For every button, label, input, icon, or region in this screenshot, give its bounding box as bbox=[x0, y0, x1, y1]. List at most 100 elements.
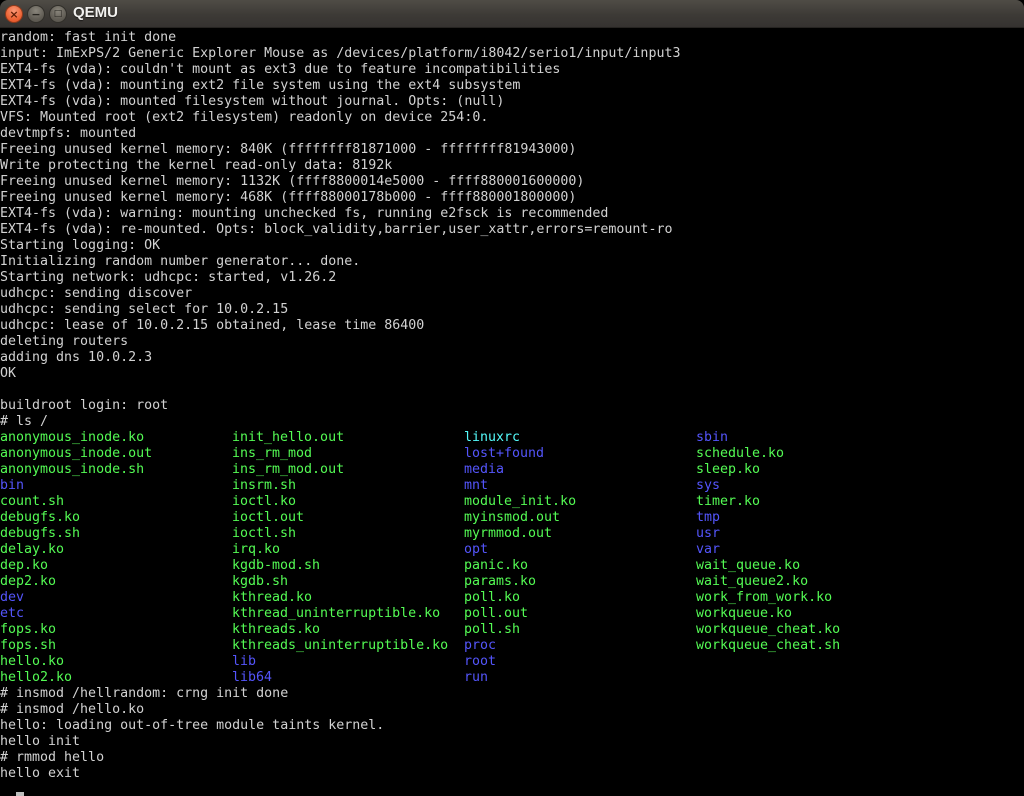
ls-row: fops.kokthreads.kopoll.shworkqueue_cheat… bbox=[0, 622, 1024, 638]
terminal-line: Freeing unused kernel memory: 468K (ffff… bbox=[0, 190, 1024, 206]
terminal-line: devtmpfs: mounted bbox=[0, 126, 1024, 142]
terminal-line: adding dns 10.0.2.3 bbox=[0, 350, 1024, 366]
file-entry: schedule.ko bbox=[696, 446, 784, 462]
file-entry: ins_rm_mod bbox=[232, 446, 464, 462]
ls-row: bininsrm.shmntsys bbox=[0, 478, 1024, 494]
file-entry: anonymous_inode.ko bbox=[0, 430, 232, 446]
ls-row: anonymous_inode.shins_rm_mod.outmediasle… bbox=[0, 462, 1024, 478]
file-entry: timer.ko bbox=[696, 494, 760, 510]
terminal-line: EXT4-fs (vda): warning: mounting uncheck… bbox=[0, 206, 1024, 222]
ls-output: anonymous_inode.koinit_hello.outlinuxrcs… bbox=[0, 430, 1024, 686]
terminal-line: Starting network: udhcpc: started, v1.26… bbox=[0, 270, 1024, 286]
file-entry: init_hello.out bbox=[232, 430, 464, 446]
file-entry: workqueue_cheat.sh bbox=[696, 638, 840, 654]
ls-row: hello.kolibroot bbox=[0, 654, 1024, 670]
prompt-line: # bbox=[0, 782, 1024, 796]
ls-row: debugfs.shioctl.shmyrmmod.outusr bbox=[0, 526, 1024, 542]
file-entry: poll.sh bbox=[464, 622, 696, 638]
shell-output: # insmod /hellrandom: crng init done# in… bbox=[0, 686, 1024, 782]
window-title: QEMU bbox=[73, 4, 118, 21]
directory-entry: sys bbox=[696, 478, 720, 494]
file-entry: kgdb.sh bbox=[232, 574, 464, 590]
terminal-line bbox=[0, 382, 1024, 398]
directory-entry: bin bbox=[0, 478, 232, 494]
ls-row: devkthread.kopoll.kowork_from_work.ko bbox=[0, 590, 1024, 606]
terminal-line: # insmod /hello.ko bbox=[0, 702, 1024, 718]
terminal-line: Freeing unused kernel memory: 840K (ffff… bbox=[0, 142, 1024, 158]
file-entry: dep2.ko bbox=[0, 574, 232, 590]
terminal-line: # insmod /hellrandom: crng init done bbox=[0, 686, 1024, 702]
file-entry: poll.ko bbox=[464, 590, 696, 606]
file-entry: insrm.sh bbox=[232, 478, 464, 494]
directory-entry: opt bbox=[464, 542, 696, 558]
terminal-line: udhcpc: sending select for 10.0.2.15 bbox=[0, 302, 1024, 318]
minimize-button[interactable]: − bbox=[27, 5, 45, 23]
file-entry: kthreads_uninterruptible.ko bbox=[232, 638, 464, 654]
maximize-icon: □ bbox=[54, 10, 63, 19]
close-button[interactable]: × bbox=[5, 5, 23, 23]
directory-entry: tmp bbox=[696, 510, 720, 526]
file-entry: workqueue.ko bbox=[696, 606, 792, 622]
maximize-button[interactable]: □ bbox=[49, 5, 67, 23]
file-entry: anonymous_inode.out bbox=[0, 446, 232, 462]
directory-entry: lost+found bbox=[464, 446, 696, 462]
directory-entry: run bbox=[464, 670, 488, 686]
file-entry: irq.ko bbox=[232, 542, 464, 558]
directory-entry: root bbox=[464, 654, 496, 670]
text-cursor bbox=[16, 792, 24, 796]
ls-row: debugfs.koioctl.outmyinsmod.outtmp bbox=[0, 510, 1024, 526]
terminal-line: # ls / bbox=[0, 414, 1024, 430]
symlink-entry: linuxrc bbox=[464, 430, 696, 446]
file-entry: fops.ko bbox=[0, 622, 232, 638]
terminal-line: Freeing unused kernel memory: 1132K (fff… bbox=[0, 174, 1024, 190]
terminal-line: random: fast init done bbox=[0, 30, 1024, 46]
file-entry: ioctl.out bbox=[232, 510, 464, 526]
terminal-line: Initializing random number generator... … bbox=[0, 254, 1024, 270]
file-entry: hello2.ko bbox=[0, 670, 232, 686]
file-entry: debugfs.ko bbox=[0, 510, 232, 526]
file-entry: kthread_uninterruptible.ko bbox=[232, 606, 464, 622]
file-entry: dep.ko bbox=[0, 558, 232, 574]
terminal-line: EXT4-fs (vda): mounting ext2 file system… bbox=[0, 78, 1024, 94]
file-entry: poll.out bbox=[464, 606, 696, 622]
file-entry: myinsmod.out bbox=[464, 510, 696, 526]
terminal-line: VFS: Mounted root (ext2 filesystem) read… bbox=[0, 110, 1024, 126]
file-entry: kthreads.ko bbox=[232, 622, 464, 638]
boot-log: random: fast init doneinput: ImExPS/2 Ge… bbox=[0, 30, 1024, 430]
file-entry: work_from_work.ko bbox=[696, 590, 832, 606]
file-entry: ioctl.ko bbox=[232, 494, 464, 510]
directory-entry: media bbox=[464, 462, 696, 478]
terminal-line: OK bbox=[0, 366, 1024, 382]
file-entry: kgdb-mod.sh bbox=[232, 558, 464, 574]
directory-entry: proc bbox=[464, 638, 696, 654]
file-entry: anonymous_inode.sh bbox=[0, 462, 232, 478]
file-entry: ins_rm_mod.out bbox=[232, 462, 464, 478]
directory-entry: usr bbox=[696, 526, 720, 542]
directory-entry: sbin bbox=[696, 430, 728, 446]
ls-row: dep.kokgdb-mod.shpanic.kowait_queue.ko bbox=[0, 558, 1024, 574]
directory-entry: lib64 bbox=[232, 670, 464, 686]
file-entry: count.sh bbox=[0, 494, 232, 510]
file-entry: fops.sh bbox=[0, 638, 232, 654]
terminal-screen[interactable]: random: fast init doneinput: ImExPS/2 Ge… bbox=[0, 28, 1024, 796]
terminal-line: buildroot login: root bbox=[0, 398, 1024, 414]
ls-row: fops.shkthreads_uninterruptible.koprocwo… bbox=[0, 638, 1024, 654]
file-entry: module_init.ko bbox=[464, 494, 696, 510]
directory-entry: lib bbox=[232, 654, 464, 670]
qemu-window: × − □ QEMU random: fast init doneinput: … bbox=[0, 0, 1024, 796]
directory-entry: dev bbox=[0, 590, 232, 606]
terminal-line: deleting routers bbox=[0, 334, 1024, 350]
terminal-line: hello init bbox=[0, 734, 1024, 750]
file-entry: myrmmod.out bbox=[464, 526, 696, 542]
terminal-line: EXT4-fs (vda): mounted filesystem withou… bbox=[0, 94, 1024, 110]
terminal-line: # rmmod hello bbox=[0, 750, 1024, 766]
minimize-icon: − bbox=[31, 9, 40, 20]
file-entry: wait_queue2.ko bbox=[696, 574, 808, 590]
titlebar[interactable]: × − □ QEMU bbox=[0, 0, 1024, 28]
file-entry: debugfs.sh bbox=[0, 526, 232, 542]
file-entry: delay.ko bbox=[0, 542, 232, 558]
terminal-line: EXT4-fs (vda): couldn't mount as ext3 du… bbox=[0, 62, 1024, 78]
file-entry: ioctl.sh bbox=[232, 526, 464, 542]
terminal-line: input: ImExPS/2 Generic Explorer Mouse a… bbox=[0, 46, 1024, 62]
file-entry: wait_queue.ko bbox=[696, 558, 800, 574]
